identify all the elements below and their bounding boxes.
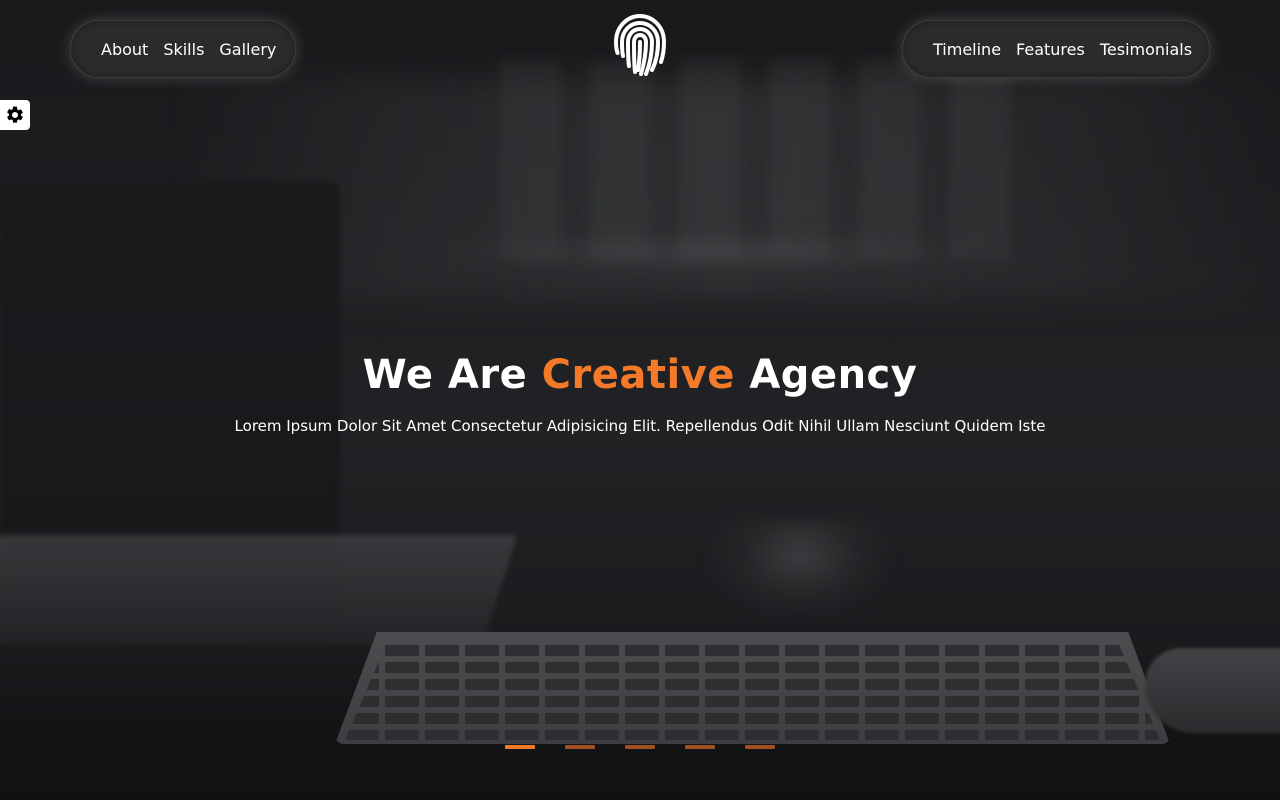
hero-subtitle: Lorem Ipsum Dolor Sit Amet Consectetur A… xyxy=(234,417,1046,435)
nav-link-gallery[interactable]: Gallery xyxy=(219,40,276,59)
gear-icon xyxy=(7,106,23,123)
settings-toggle-button[interactable] xyxy=(0,100,30,130)
nav-link-testimonials[interactable]: Tesimonials xyxy=(1100,40,1192,59)
slider-dot[interactable] xyxy=(745,745,775,749)
fingerprint-icon[interactable] xyxy=(608,12,672,76)
slider-dot[interactable] xyxy=(685,745,715,749)
slider-pagination xyxy=(505,745,775,749)
headline-text-after: Agency xyxy=(734,352,918,398)
hero-section: About Skills Gallery Timeline Features T… xyxy=(0,0,1280,800)
headline-accent-text: Creative xyxy=(541,352,735,398)
nav-link-about[interactable]: About xyxy=(101,40,148,59)
background-overlay xyxy=(0,0,1280,800)
slider-dot[interactable] xyxy=(505,745,535,749)
headline-text-before: We Are xyxy=(362,352,542,398)
nav-left: About Skills Gallery xyxy=(70,20,296,78)
slider-dot[interactable] xyxy=(625,745,655,749)
nav-link-timeline[interactable]: Timeline xyxy=(933,40,1001,59)
nav-link-features[interactable]: Features xyxy=(1016,40,1085,59)
nav-right: Timeline Features Tesimonials xyxy=(902,20,1210,78)
hero-headline: We Are Creative Agency xyxy=(0,352,1280,398)
slider-dot[interactable] xyxy=(565,745,595,749)
nav-link-skills[interactable]: Skills xyxy=(163,40,204,59)
